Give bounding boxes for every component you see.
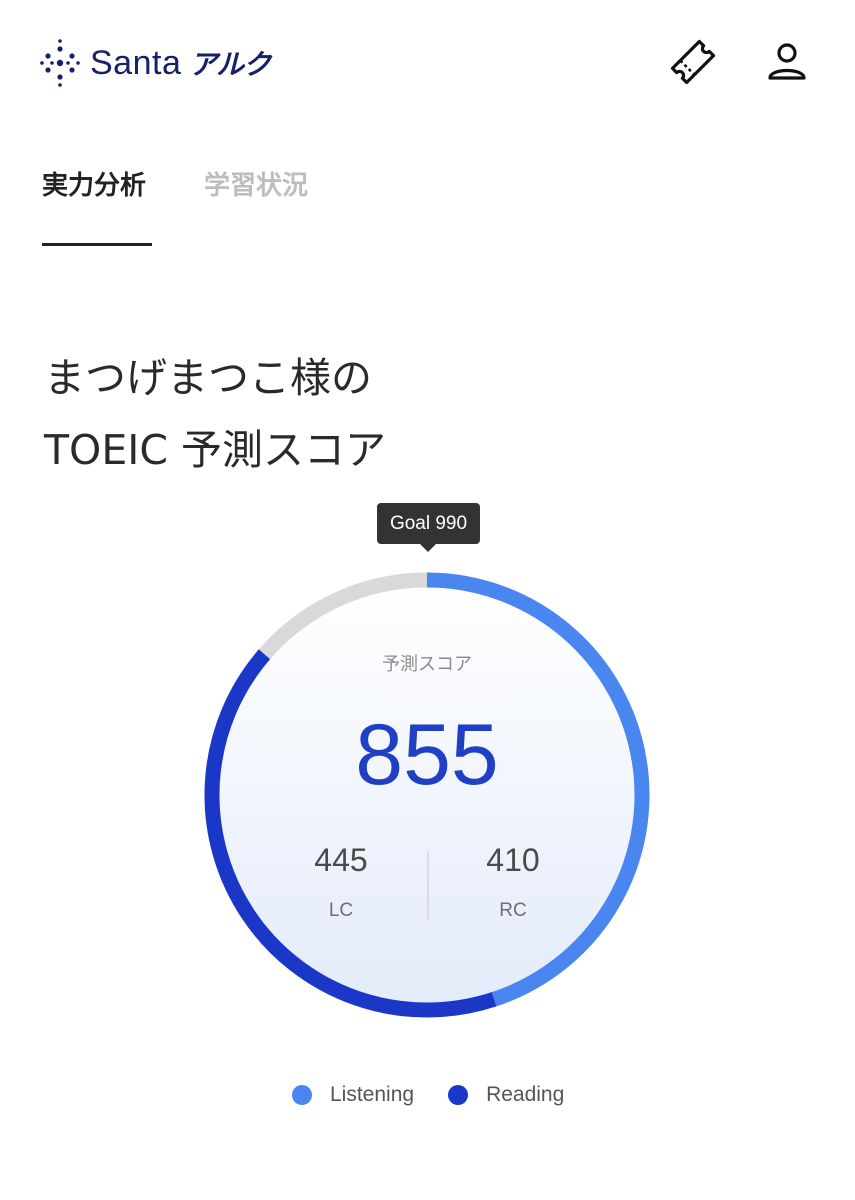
app-root: Santa アルク 実力分析 学習状況 まつげまつこ様の TOEIC 予測スコア… xyxy=(0,0,855,1200)
santa-logo-icon xyxy=(40,39,80,87)
app-header: Santa アルク xyxy=(0,0,855,120)
rc-score-label: RC xyxy=(499,900,527,921)
tab-skill-analysis[interactable]: 実力分析 xyxy=(42,165,152,247)
profile-button[interactable] xyxy=(759,34,815,90)
legend-label: Listening xyxy=(330,1083,415,1106)
gauge-arc-remaining xyxy=(258,572,428,660)
ticket-button[interactable] xyxy=(665,34,721,90)
santa-logo[interactable]: Santa アルク xyxy=(40,36,271,90)
score-divider xyxy=(427,852,429,920)
tab-learning-status[interactable]: 学習状況 xyxy=(204,165,308,247)
goal-tooltip-arrow xyxy=(419,543,437,552)
predicted-score-value: 855 xyxy=(355,707,499,803)
legend-item-listening: Listening xyxy=(292,1083,414,1107)
user-icon xyxy=(768,43,806,80)
title-line-2: TOEIC 予測スコア xyxy=(44,426,386,474)
legend-dot-listening xyxy=(292,1085,312,1105)
legend-item-reading: Reading xyxy=(448,1083,564,1107)
legend-label: Reading xyxy=(486,1083,565,1106)
tab-label: 実力分析 xyxy=(42,171,147,201)
analysis-tabs: 実力分析 学習状況 xyxy=(42,165,308,247)
lc-score-label: LC xyxy=(328,900,354,921)
tab-active-indicator xyxy=(42,243,152,246)
chart-legend: Listening Reading xyxy=(292,1083,564,1107)
logo-subtext: アルク xyxy=(189,48,271,81)
lc-score-value: 445 xyxy=(314,842,368,878)
ticket-icon xyxy=(670,39,716,85)
goal-tooltip: Goal 990 xyxy=(377,503,480,544)
rc-score-value: 410 xyxy=(486,842,540,878)
title-line-1: まつげまつこ様の xyxy=(44,354,372,402)
tab-label: 学習状況 xyxy=(204,171,309,201)
legend-dot-reading xyxy=(448,1085,469,1105)
page-title: まつげまつこ様の TOEIC 予測スコア xyxy=(44,342,386,486)
logo-text: Santa xyxy=(90,43,182,82)
predicted-score-label: 予測スコア xyxy=(382,654,472,675)
